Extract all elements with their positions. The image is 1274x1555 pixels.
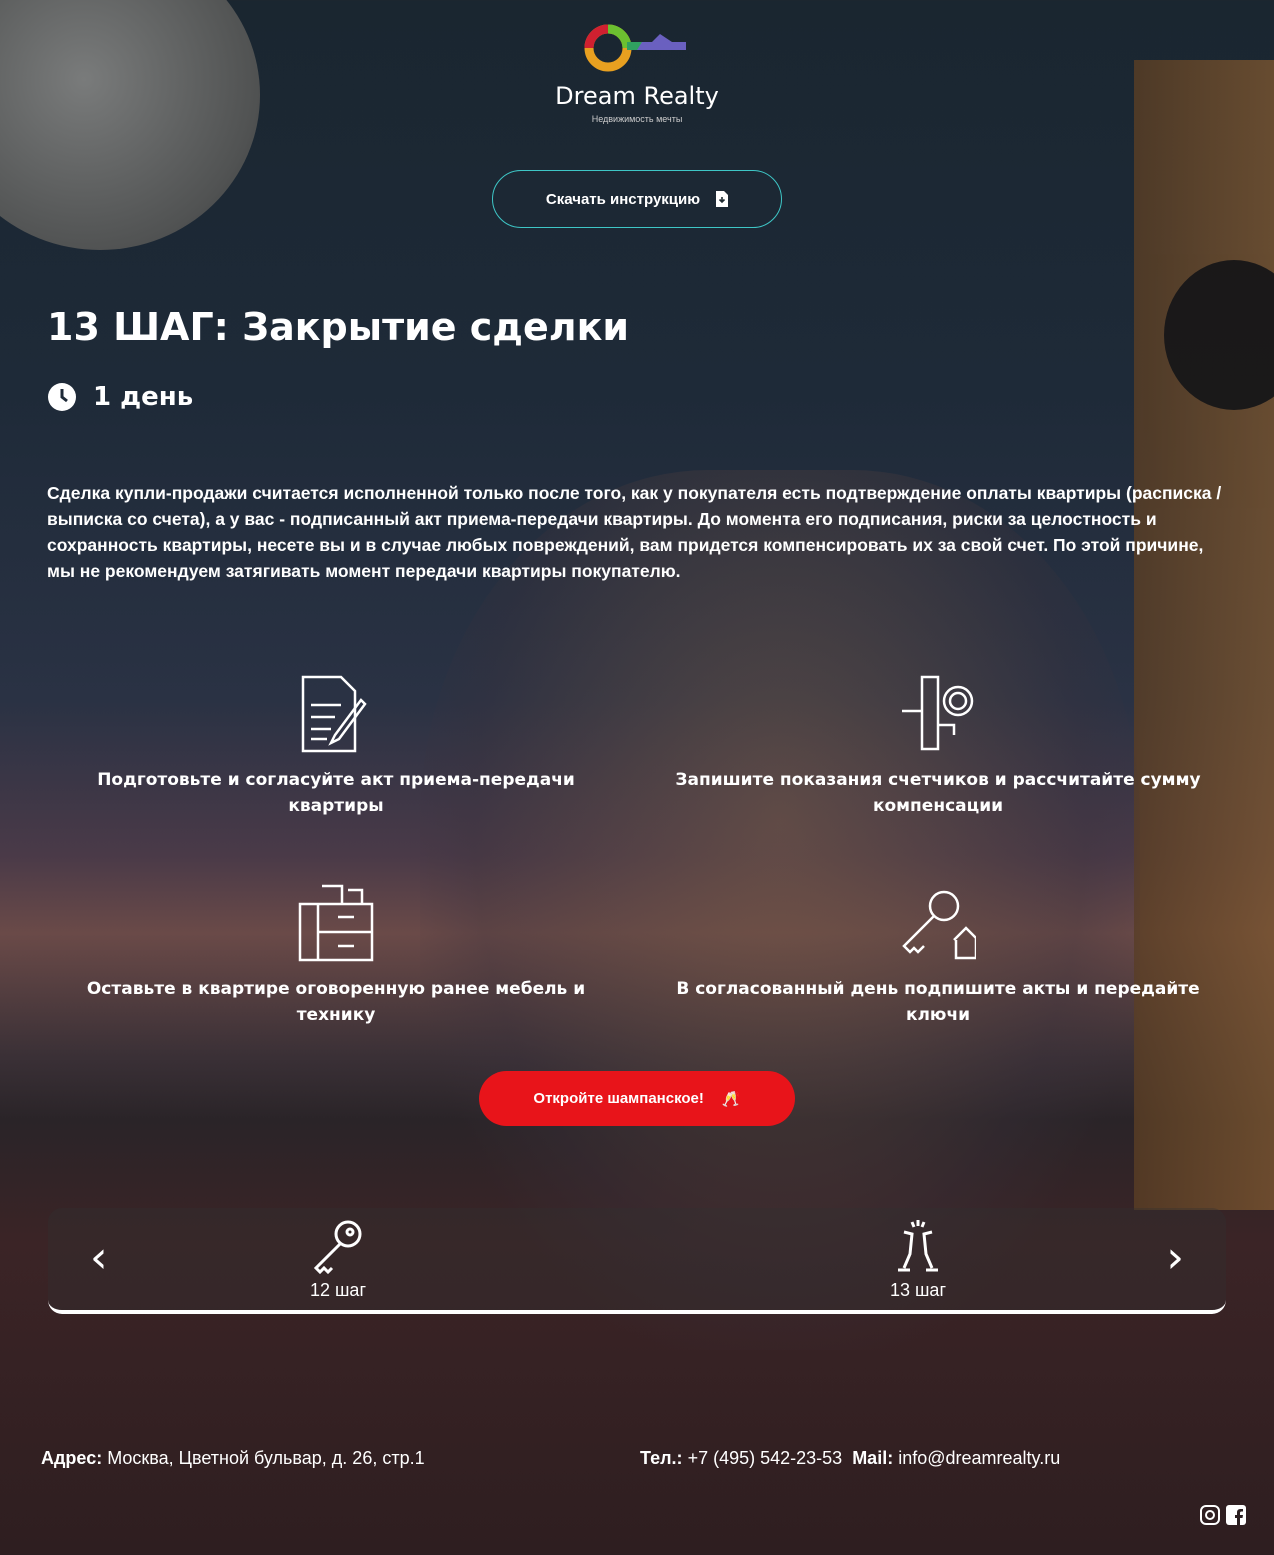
mail-label: Mail: xyxy=(852,1448,894,1468)
steps-slider: ‹ 12 шаг 13 шаг › xyxy=(48,1208,1226,1314)
step-label: Запишите показания счетчиков и рассчитай… xyxy=(675,770,1201,816)
footer-contacts: Тел.: +7 (495) 542-23-53 Mail: info@drea… xyxy=(640,1448,1060,1469)
description: Сделка купли-продажи считается исполненн… xyxy=(47,483,1222,581)
footer-address: Адрес: Москва, Цветной бульвар, д. 26, с… xyxy=(41,1448,425,1469)
document-pen-icon xyxy=(301,675,367,753)
page-title: 13 ШАГ: Закрытие сделки xyxy=(47,305,629,349)
step-label: В согласованный день подпишите акты и пе… xyxy=(676,979,1200,1025)
step-label: Оставьте в квартире оговоренную ранее ме… xyxy=(86,979,586,1025)
clock-icon xyxy=(48,383,76,411)
step-item: Запишите показания счетчиков и рассчитай… xyxy=(668,675,1208,819)
file-download-icon xyxy=(716,191,729,207)
champagne-icon xyxy=(898,1220,938,1272)
download-instruction-button[interactable]: Скачать инструкцию xyxy=(492,170,782,228)
duration-text: 1 день xyxy=(93,382,194,412)
cta-label: Откройте шампанское! xyxy=(533,1090,704,1107)
champagne-glasses-icon: 🥂 xyxy=(721,1090,741,1108)
slide-label: 13 шаг xyxy=(889,1280,947,1300)
logo[interactable]: Dream Realty Недвижимость мечты xyxy=(0,20,1274,124)
key-icon xyxy=(313,1220,362,1274)
instagram-icon[interactable] xyxy=(1200,1505,1220,1525)
rocket-background xyxy=(1134,60,1274,1210)
address-label: Адрес: xyxy=(41,1448,103,1468)
brand-tagline: Недвижимость мечты xyxy=(591,114,683,124)
brand-name: Dream Realty xyxy=(555,82,719,110)
facebook-icon[interactable] xyxy=(1226,1505,1246,1525)
step-item: Оставьте в квартире оговоренную ранее ме… xyxy=(66,884,606,1028)
address-text: Москва, Цветной бульвар, д. 26, стр.1 xyxy=(107,1448,425,1468)
mail-link[interactable]: info@dreamrealty.ru xyxy=(898,1448,1060,1468)
key-house-icon xyxy=(902,890,976,960)
step-item: Подготовьте и согласуйте акт приема-пере… xyxy=(66,675,606,819)
slider-next-arrow[interactable]: › xyxy=(1166,1236,1184,1280)
step-label: Подготовьте и согласуйте акт приема-пере… xyxy=(97,770,575,816)
social-links xyxy=(1200,1505,1246,1525)
key-logo-icon xyxy=(584,24,686,72)
slider-prev-arrow[interactable]: ‹ xyxy=(90,1236,108,1280)
duration: 1 день xyxy=(47,382,193,412)
step-item: В согласованный день подпишите акты и пе… xyxy=(668,884,1208,1028)
phone-label: Тел.: xyxy=(640,1448,683,1468)
meter-icon xyxy=(902,675,974,751)
download-label: Скачать инструкцию xyxy=(545,190,701,208)
furniture-icon xyxy=(298,884,374,962)
slide-step-13[interactable]: 13 шаг xyxy=(878,1218,958,1301)
open-champagne-button[interactable]: Откройте шампанское! 🥂 xyxy=(479,1071,795,1126)
slide-step-12[interactable]: 12 шаг xyxy=(298,1218,378,1301)
phone-link[interactable]: +7 (495) 542-23-53 xyxy=(688,1448,843,1468)
slide-label: 12 шаг xyxy=(309,1280,367,1300)
